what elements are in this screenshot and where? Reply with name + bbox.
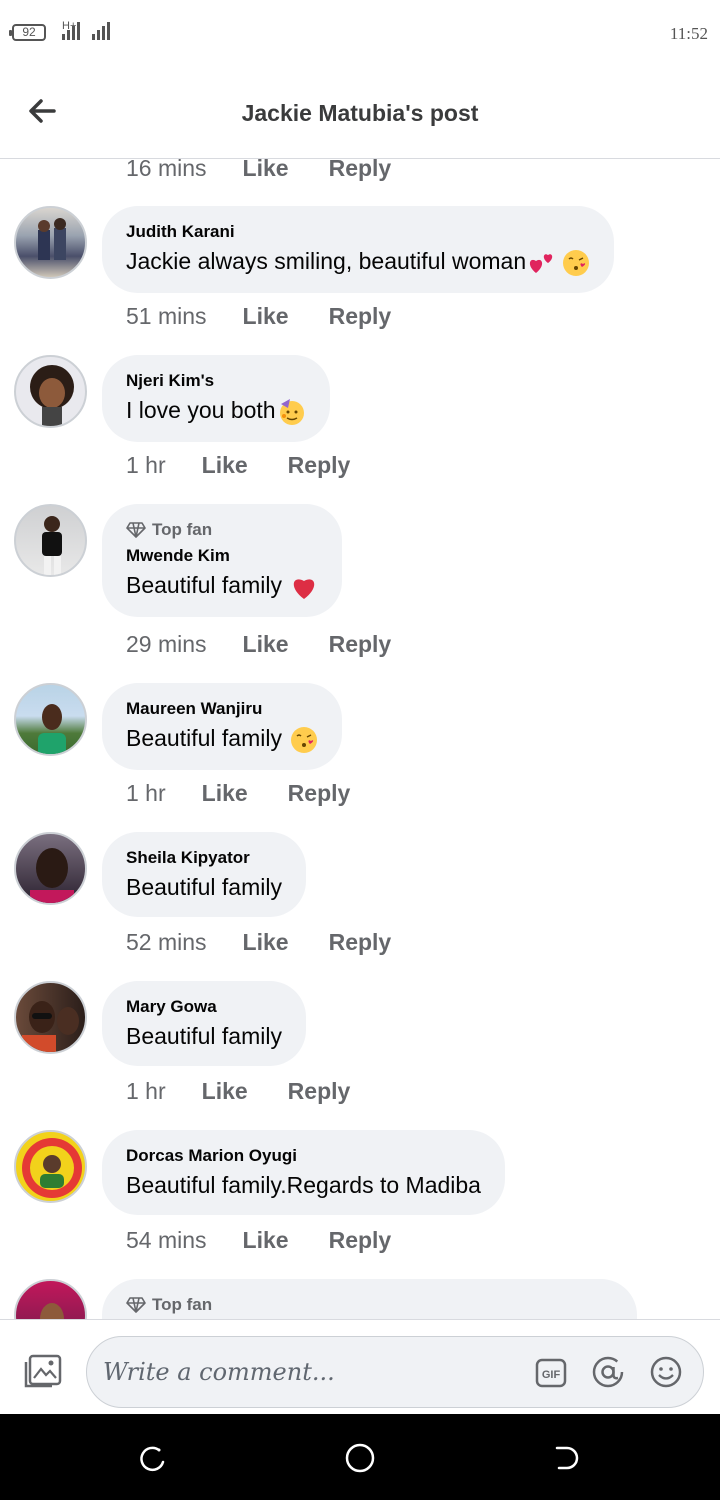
commenter-name[interactable]: Judith Karani: [126, 222, 590, 242]
comment-meta: 1 hr Like Reply: [126, 450, 390, 480]
reply-button[interactable]: Reply: [329, 929, 392, 956]
avatar[interactable]: [14, 1279, 87, 1319]
avatar[interactable]: [14, 355, 87, 428]
reply-button[interactable]: Reply: [329, 631, 392, 658]
back-nav-icon[interactable]: [551, 1442, 583, 1474]
comment-bubble: Top fan: [102, 1279, 637, 1319]
red-heart-emoji-icon: [294, 579, 315, 599]
signal-strength-icon-2: [92, 22, 110, 40]
reply-button[interactable]: Reply: [329, 303, 392, 330]
home-icon[interactable]: [344, 1442, 376, 1474]
commenter-name[interactable]: Dorcas Marion Oyugi: [126, 1146, 481, 1166]
comment-text-body: Beautiful family: [126, 725, 289, 751]
reply-button[interactable]: Reply: [329, 159, 392, 182]
commenter-name[interactable]: Njeri Kim's: [126, 371, 306, 391]
comment-time: 1 hr: [126, 779, 166, 806]
comment-text: Beautiful family.Regards to Madiba: [126, 1172, 481, 1198]
comment-list[interactable]: 16 mins Like Reply Judith Karani Jackie …: [0, 159, 720, 1319]
comment-time: 29 mins: [126, 630, 207, 657]
battery-indicator: 92: [9, 24, 46, 41]
comment-meta: 1 hr Like Reply: [126, 778, 390, 808]
comment-meta: 51 mins Like Reply: [126, 301, 431, 331]
comment-text: Beautiful family: [126, 572, 318, 601]
like-button[interactable]: Like: [202, 452, 248, 479]
emoji-icon[interactable]: [649, 1355, 683, 1389]
like-button[interactable]: Like: [202, 1078, 248, 1105]
status-time: 11:52: [669, 24, 708, 43]
comment-input[interactable]: [103, 1351, 523, 1393]
comment-time: 1 hr: [126, 451, 166, 478]
system-nav-bar: [0, 1414, 720, 1500]
avatar[interactable]: [14, 981, 87, 1054]
avatar[interactable]: [14, 683, 87, 756]
comment-bubble: Dorcas Marion Oyugi Beautiful family.Reg…: [102, 1130, 505, 1215]
comment-meta: 54 mins Like Reply: [126, 1225, 431, 1255]
page-title: Jackie Matubia's post: [241, 100, 479, 126]
avatar[interactable]: [14, 832, 87, 905]
avatar[interactable]: [14, 1130, 87, 1203]
comment-bubble: Sheila Kipyator Beautiful family: [102, 832, 306, 917]
comment-time: 52 mins: [126, 928, 207, 955]
top-fan-label: Top fan: [152, 520, 213, 539]
top-fan-label: Top fan: [152, 1295, 213, 1314]
comment-meta: 29 mins Like Reply: [126, 629, 431, 659]
top-fan-badge: Top fan: [126, 520, 318, 540]
two-hearts-emoji-icon: [530, 254, 553, 273]
diamond-icon: [126, 1297, 146, 1313]
commenter-name[interactable]: Mary Gowa: [126, 997, 282, 1017]
avatar[interactable]: [14, 504, 87, 577]
svg-text:GIF: GIF: [542, 1369, 561, 1381]
party-face-emoji-icon: [279, 398, 304, 425]
commenter-name[interactable]: Maureen Wanjiru: [126, 699, 318, 719]
commenter-name[interactable]: Mwende Kim: [126, 546, 318, 566]
gif-icon[interactable]: GIF: [535, 1357, 567, 1389]
comment-meta: 16 mins Like Reply: [126, 159, 431, 183]
commenter-name[interactable]: Sheila Kipyator: [126, 848, 282, 868]
comment-text-body: Jackie always smiling, beautiful woman: [126, 248, 527, 274]
comment-text: I love you both: [126, 397, 306, 426]
recents-icon[interactable]: [137, 1442, 169, 1474]
comment-text: Beautiful family: [126, 725, 318, 754]
comment-bubble: Mary Gowa Beautiful family: [102, 981, 306, 1066]
top-fan-badge: Top fan: [126, 1295, 613, 1315]
status-bar: 92 H+ 11:52: [0, 0, 720, 66]
like-button[interactable]: Like: [243, 929, 289, 956]
comment-bubble: Njeri Kim's I love you both: [102, 355, 330, 442]
post-header: Jackie Matubia's post: [0, 66, 720, 159]
signal-strength-icon: [62, 22, 80, 40]
photo-icon[interactable]: [24, 1354, 62, 1388]
like-button[interactable]: Like: [243, 159, 289, 182]
like-button[interactable]: Like: [243, 1227, 289, 1254]
like-button[interactable]: Like: [202, 780, 248, 807]
comment-meta: 1 hr Like Reply: [126, 1076, 390, 1106]
comment-meta: 52 mins Like Reply: [126, 927, 431, 957]
comment-time: 51 mins: [126, 302, 207, 329]
at-icon[interactable]: [591, 1355, 625, 1389]
like-button[interactable]: Like: [243, 631, 289, 658]
comment-text: Beautiful family: [126, 1023, 282, 1049]
comment-text-body: Beautiful family: [126, 572, 289, 598]
reply-button[interactable]: Reply: [288, 1078, 351, 1105]
comment-time: 1 hr: [126, 1077, 166, 1104]
comment-time: 54 mins: [126, 1226, 207, 1253]
comment-time: 16 mins: [126, 159, 207, 181]
reply-button[interactable]: Reply: [329, 1227, 392, 1254]
comment-text: Jackie always smiling, beautiful woman: [126, 248, 590, 277]
comment-bubble: Judith Karani Jackie always smiling, bea…: [102, 206, 615, 293]
reply-button[interactable]: Reply: [288, 452, 351, 479]
comment-text-body: I love you both: [126, 397, 276, 423]
comment-bubble: Top fan Mwende Kim Beautiful family: [102, 504, 343, 617]
comment-composer: GIF: [0, 1319, 720, 1414]
diamond-icon: [126, 522, 146, 538]
kiss-face-emoji-icon: [291, 726, 318, 753]
reply-button[interactable]: Reply: [288, 780, 351, 807]
comment-input-box[interactable]: GIF: [86, 1336, 704, 1408]
comment-text: Beautiful family: [126, 874, 282, 900]
avatar[interactable]: [14, 206, 87, 279]
like-button[interactable]: Like: [243, 303, 289, 330]
comment-bubble: Maureen Wanjiru Beautiful family: [102, 683, 343, 770]
kiss-face-emoji-icon: [563, 249, 590, 276]
